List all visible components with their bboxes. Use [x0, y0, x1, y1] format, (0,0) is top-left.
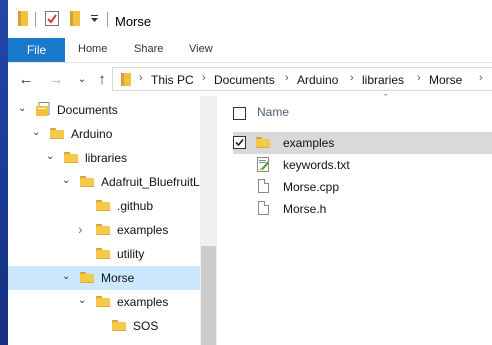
tab-share[interactable]: Share	[134, 43, 163, 55]
folder-icon	[64, 152, 78, 163]
folder-icon	[96, 200, 110, 211]
sort-ascending-icon: ˆ	[384, 93, 388, 105]
tree-item[interactable]: ⌄ examples	[8, 290, 200, 314]
customize-toolbar-icon[interactable]	[88, 10, 100, 26]
separator	[107, 12, 108, 27]
file-row[interactable]: Morse.h	[233, 198, 492, 220]
chevron-down-icon[interactable]: ⌄	[62, 175, 70, 186]
name-column-header[interactable]: Name	[257, 105, 289, 119]
forward-icon[interactable]: →	[46, 69, 66, 89]
file-row[interactable]: keywords.txt	[233, 154, 492, 176]
folder-icon	[96, 296, 110, 307]
chevron-down-icon[interactable]: ⌄	[78, 295, 86, 306]
tab-home[interactable]: Home	[78, 43, 107, 55]
folder-icon	[50, 128, 64, 139]
chevron-down-icon[interactable]: ⌄	[46, 151, 54, 162]
file-row[interactable]: examples	[233, 132, 492, 154]
separator	[35, 12, 36, 27]
recent-locations-icon[interactable]: ⌄	[72, 69, 92, 89]
tree-item[interactable]: › examples	[8, 218, 200, 242]
ribbon: File Home Share View	[8, 38, 492, 63]
explorer-window: Morse File Home Share View ← → ⌄ ↑ › Thi…	[8, 0, 492, 345]
tree-item[interactable]: utility	[8, 242, 200, 266]
chevron-right-icon[interactable]: ›	[139, 72, 143, 84]
breadcrumb-arduino[interactable]: Arduino	[297, 73, 338, 87]
title-bar[interactable]: Morse	[8, 0, 492, 38]
tree-item[interactable]: ⌄ Adafruit_BluefruitLE_n	[8, 170, 221, 194]
tree-item-label: Arduino	[71, 127, 113, 141]
tab-view[interactable]: View	[189, 43, 213, 55]
file-name: Morse.cpp	[283, 180, 340, 194]
tree-item[interactable]: SOS	[8, 314, 200, 338]
up-icon[interactable]: ↑	[92, 69, 112, 89]
file-tab[interactable]: File	[8, 38, 65, 62]
tree-item-label: .github	[117, 199, 154, 213]
breadcrumb-this-pc[interactable]: This PC	[151, 73, 194, 87]
chevron-right-icon[interactable]: ›	[78, 221, 83, 237]
file-name: Morse.h	[283, 202, 327, 216]
chevron-right-icon[interactable]: ›	[202, 72, 206, 84]
address-bar[interactable]: › This PC › Documents › Arduino › librar…	[112, 67, 492, 91]
scrollbar-thumb[interactable]	[201, 246, 216, 345]
new-folder-icon[interactable]	[68, 10, 82, 26]
tree-item-label: examples	[117, 223, 169, 237]
chevron-down-icon[interactable]: ⌄	[32, 127, 40, 138]
navigation-pane[interactable]: ⌄ Documents ⌄ Arduino ⌄ libraries ⌄ Adafruit_Bl…	[8, 96, 221, 345]
tree-item[interactable]: .github	[8, 194, 200, 218]
breadcrumb-morse[interactable]: Morse	[429, 73, 462, 87]
back-icon[interactable]: ←	[16, 69, 36, 89]
chevron-right-icon[interactable]: ›	[417, 72, 421, 84]
row-checkbox[interactable]	[233, 136, 246, 149]
file-name: examples	[283, 136, 335, 150]
tree-item-label: examples	[117, 295, 169, 309]
text-file-icon	[257, 157, 270, 175]
tree-item[interactable]: ⌄ libraries	[8, 146, 200, 170]
chevron-down-icon[interactable]: ⌄	[62, 271, 70, 282]
document-icon	[258, 179, 269, 193]
file-row[interactable]: Morse.cpp	[233, 176, 492, 198]
folder-icon	[80, 176, 94, 187]
tree-item[interactable]: ⌄ Documents	[8, 98, 200, 122]
tree-item-label: Documents	[57, 103, 118, 117]
tree-item-label: Morse	[101, 271, 135, 285]
folder-icon	[256, 137, 270, 148]
breadcrumb-documents[interactable]: Documents	[214, 73, 275, 87]
document-icon	[258, 201, 269, 215]
tree-item[interactable]: ⌄ Arduino	[8, 122, 200, 146]
documents-icon	[36, 102, 50, 120]
chevron-right-icon[interactable]: ›	[350, 72, 354, 84]
properties-icon[interactable]	[44, 10, 60, 26]
folder-icon	[80, 272, 94, 283]
folder-icon	[96, 248, 110, 259]
file-name: keywords.txt	[283, 158, 350, 172]
file-list: Name ˆ examples keywords.txt Morse.cpp Mors…	[217, 93, 492, 345]
window-title: Morse	[115, 14, 152, 29]
select-all-checkbox[interactable]	[233, 107, 246, 120]
tree-item-label: libraries	[85, 151, 128, 165]
chevron-right-icon[interactable]: ›	[479, 72, 483, 84]
chevron-right-icon[interactable]: ›	[285, 72, 289, 84]
chevron-down-icon[interactable]: ⌄	[18, 103, 26, 114]
address-folder-icon	[121, 73, 131, 89]
tree-item[interactable]: ⌄ Morse	[8, 266, 200, 290]
navigation-bar: ← → ⌄ ↑ › This PC › Documents › Arduino …	[8, 63, 492, 95]
folder-icon	[96, 224, 110, 235]
tree-item-label: utility	[117, 247, 145, 261]
window-folder-icon	[16, 10, 30, 26]
folder-icon	[112, 320, 126, 331]
tree-item-label: SOS	[133, 319, 159, 333]
breadcrumb-libraries[interactable]: libraries	[362, 73, 404, 87]
